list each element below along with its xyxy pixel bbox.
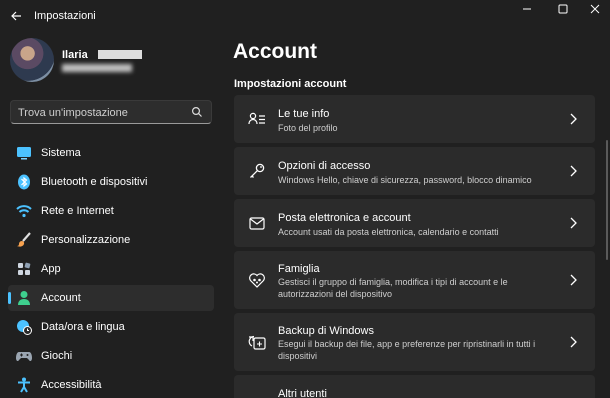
user-name: Ilaria [62,49,88,61]
sidebar-item-label: App [41,263,61,275]
search-icon [191,106,202,117]
card-description: Gestisci il gruppo di famiglia, modifica… [278,277,508,299]
sidebar-item-label: Account [41,292,81,304]
card-description: Windows Hello, chiave di sicurezza, pass… [278,175,532,185]
redacted-email [62,64,132,72]
sidebar-item-sistema[interactable]: Sistema [8,140,214,166]
bluetooth-icon [16,174,32,190]
close-button[interactable] [578,0,610,18]
back-button[interactable] [4,4,28,28]
mail-icon [248,214,266,232]
close-icon [590,4,600,14]
system-monitor-icon [16,145,32,161]
page-title: Account [233,40,317,63]
card-title: Famiglia [278,263,320,275]
sidebar-item-label: Sistema [41,147,81,159]
key-icon [248,162,266,180]
avatar [10,38,54,82]
search-placeholder: Trova un'impostazione [18,107,128,119]
card-description: Foto del profilo [278,123,338,133]
minimize-icon [523,8,531,10]
chevron-right-icon [570,217,577,229]
card-description: Esegui il backup dei file, app e prefere… [278,339,536,361]
sidebar-item-giochi[interactable]: Giochi [8,343,214,369]
chevron-right-icon [570,113,577,125]
backup-icon [248,333,266,351]
sidebar-item-label: Accessibilità [41,379,102,391]
chevron-right-icon [570,274,577,286]
sidebar-item-app[interactable]: App [8,256,214,282]
accessibility-icon [16,377,32,393]
chevron-right-icon [570,336,577,348]
card-description: Account usati da posta elettronica, cale… [278,227,499,237]
sidebar-nav: Sistema Bluetooth e dispositivi Rete e I… [8,140,214,398]
card-title: Le tue info [278,108,330,120]
wifi-icon [16,203,32,219]
account-person-icon [16,290,32,306]
card-opzioni-accesso[interactable]: Opzioni di accesso Windows Hello, chiave… [234,147,595,195]
apps-icon [16,261,32,277]
sidebar-item-data-ora[interactable]: Data/ora e lingua [8,314,214,340]
card-backup-windows[interactable]: Backup di Windows Esegui il backup dei f… [234,313,595,371]
card-altri-utenti[interactable]: Altri utenti [234,375,595,398]
sidebar-item-label: Personalizzazione [41,234,131,246]
card-posta-elettronica[interactable]: Posta elettronica e account Account usat… [234,199,595,247]
globe-clock-icon [16,319,32,335]
card-title: Backup di Windows [278,325,374,337]
paintbrush-icon [16,232,32,248]
sidebar-item-label: Data/ora e lingua [41,321,125,333]
person-info-icon [248,110,266,128]
maximize-button[interactable] [546,0,580,18]
redacted-surname [98,50,142,59]
search-input[interactable]: Trova un'impostazione [10,100,212,124]
chevron-right-icon [570,165,577,177]
family-heart-icon [248,271,266,289]
card-title: Altri utenti [278,388,327,398]
back-arrow-icon [11,11,21,21]
sidebar-item-label: Bluetooth e dispositivi [41,176,148,188]
sidebar-item-label: Rete e Internet [41,205,114,217]
gamepad-icon [16,348,32,364]
window-title: Impostazioni [34,10,96,22]
maximize-icon [558,4,568,14]
user-profile[interactable]: Ilaria [10,38,210,84]
sidebar-item-rete[interactable]: Rete e Internet [8,198,214,224]
sidebar-item-label: Giochi [41,350,73,362]
sidebar-item-personalizzazione[interactable]: Personalizzazione [8,227,214,253]
card-title: Posta elettronica e account [278,212,411,224]
card-title: Opzioni di accesso [278,160,371,172]
sidebar-item-accessibilita[interactable]: Accessibilità [8,372,214,398]
minimize-button[interactable] [510,0,544,18]
title-bar: Impostazioni [0,0,610,32]
card-famiglia[interactable]: Famiglia Gestisci il gruppo di famiglia,… [234,251,595,309]
sidebar-item-bluetooth[interactable]: Bluetooth e dispositivi [8,169,214,195]
scrollbar[interactable] [606,140,608,260]
card-le-tue-info[interactable]: Le tue info Foto del profilo [234,95,595,143]
section-title: Impostazioni account [234,78,347,90]
sidebar-item-account[interactable]: Account [8,285,214,311]
